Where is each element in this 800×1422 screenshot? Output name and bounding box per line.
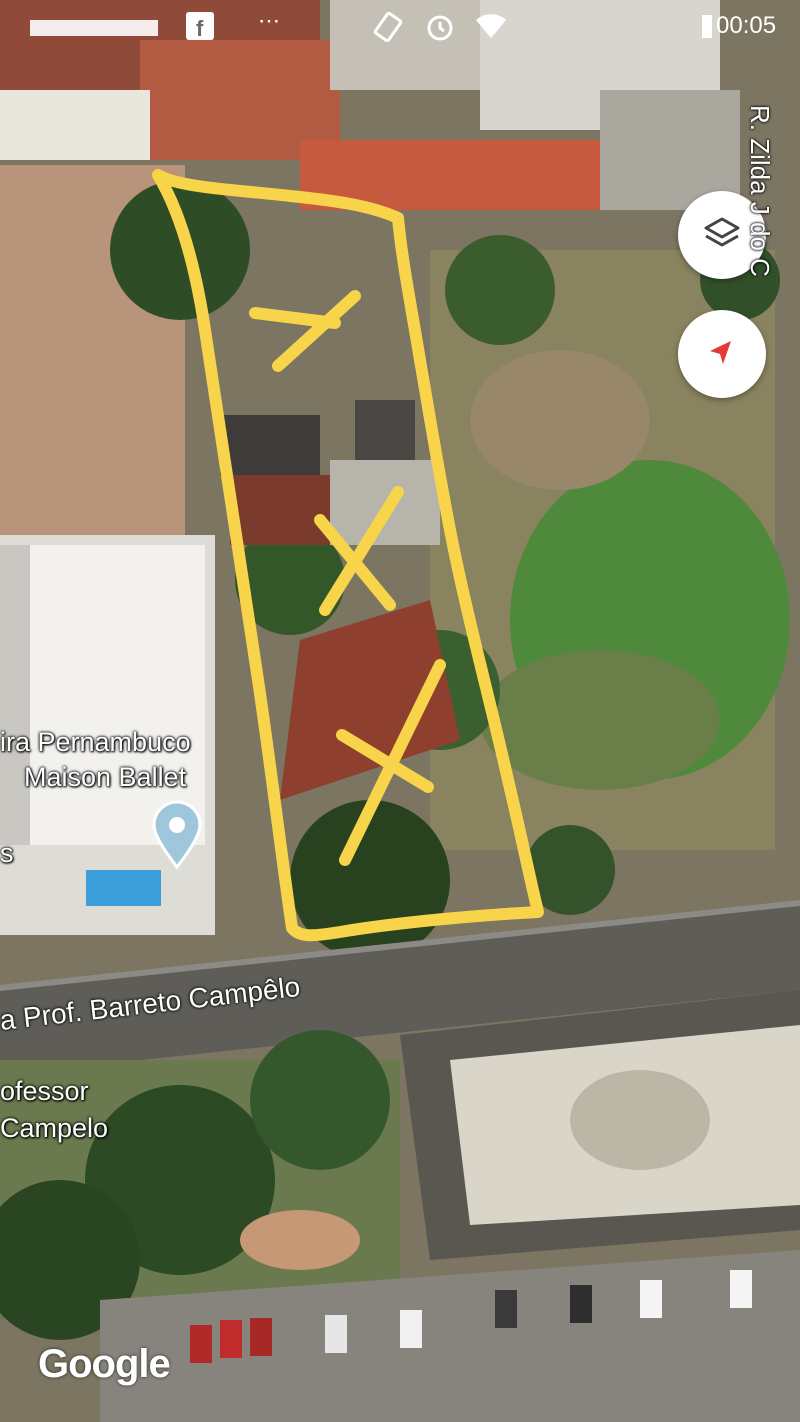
compass-icon bbox=[705, 335, 739, 374]
place-label-fragment: s bbox=[0, 838, 14, 868]
screen-rotation-icon bbox=[372, 11, 404, 48]
place-label-line2[interactable]: Maison Ballet bbox=[24, 761, 186, 793]
facebook-icon: f bbox=[186, 12, 214, 46]
place-label-line1[interactable]: ira Pernambuco bbox=[0, 726, 191, 758]
satellite-map[interactable] bbox=[0, 0, 800, 1422]
svg-text:f: f bbox=[196, 16, 204, 40]
building-lower-right bbox=[400, 990, 800, 1260]
compass-button[interactable] bbox=[678, 310, 766, 398]
battery-icon bbox=[700, 12, 714, 46]
alarm-icon bbox=[424, 12, 456, 48]
more-dots-icon: ⋯ bbox=[258, 8, 280, 33]
street-label-side: R. Zilda J do C bbox=[745, 105, 775, 277]
status-time: 00:05 bbox=[716, 12, 777, 39]
wifi-icon bbox=[474, 12, 508, 46]
signal-icon bbox=[30, 12, 160, 46]
poi-label-line2[interactable]: Campelo bbox=[0, 1112, 108, 1144]
status-bar: f ⋯ 00:05 bbox=[0, 0, 800, 52]
poi-label-line1[interactable]: ofessor bbox=[0, 1075, 89, 1107]
google-logo: Google bbox=[38, 1342, 171, 1386]
layers-icon bbox=[702, 213, 742, 258]
